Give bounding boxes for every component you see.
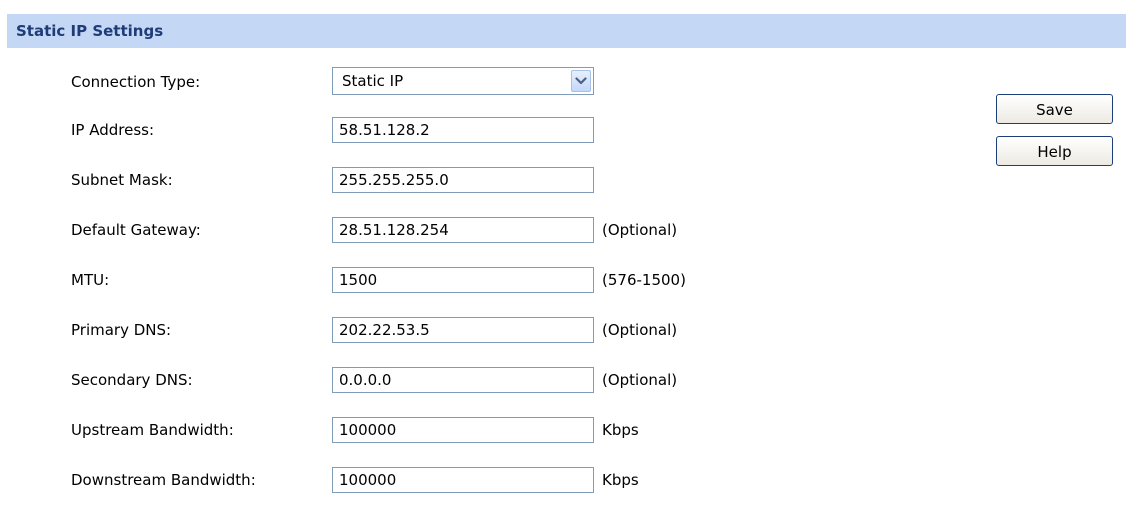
downstream-bandwidth-field[interactable] <box>332 467 594 493</box>
secondary-dns-field[interactable] <box>332 367 594 393</box>
mtu-hint: (576-1500) <box>602 271 686 289</box>
ip-address-field[interactable] <box>332 117 594 143</box>
primary-dns-label: Primary DNS: <box>71 321 172 339</box>
upstream-bandwidth-unit: Kbps <box>602 421 639 439</box>
upstream-bandwidth-field[interactable] <box>332 417 594 443</box>
subnet-mask-field[interactable] <box>332 167 594 193</box>
default-gateway-label: Default Gateway: <box>71 221 201 239</box>
secondary-dns-label: Secondary DNS: <box>71 371 193 389</box>
section-header: Static IP Settings <box>7 14 1126 48</box>
connection-type-value: Static IP <box>342 72 404 90</box>
chevron-down-icon[interactable] <box>571 70 591 92</box>
ip-address-label: IP Address: <box>71 121 155 139</box>
mtu-label: MTU: <box>71 271 110 289</box>
secondary-dns-hint: (Optional) <box>602 371 678 389</box>
default-gateway-field[interactable] <box>332 217 594 243</box>
help-button[interactable]: Help <box>996 136 1113 166</box>
default-gateway-hint: (Optional) <box>602 221 678 239</box>
mtu-field[interactable] <box>332 267 594 293</box>
save-button[interactable]: Save <box>996 94 1113 124</box>
connection-type-select[interactable]: Static IP <box>332 67 594 95</box>
section-title: Static IP Settings <box>16 22 164 40</box>
downstream-bandwidth-label: Downstream Bandwidth: <box>71 471 256 489</box>
connection-type-label: Connection Type: <box>71 73 201 91</box>
primary-dns-field[interactable] <box>332 317 594 343</box>
subnet-mask-label: Subnet Mask: <box>71 171 173 189</box>
downstream-bandwidth-unit: Kbps <box>602 471 639 489</box>
primary-dns-hint: (Optional) <box>602 321 678 339</box>
upstream-bandwidth-label: Upstream Bandwidth: <box>71 421 234 439</box>
